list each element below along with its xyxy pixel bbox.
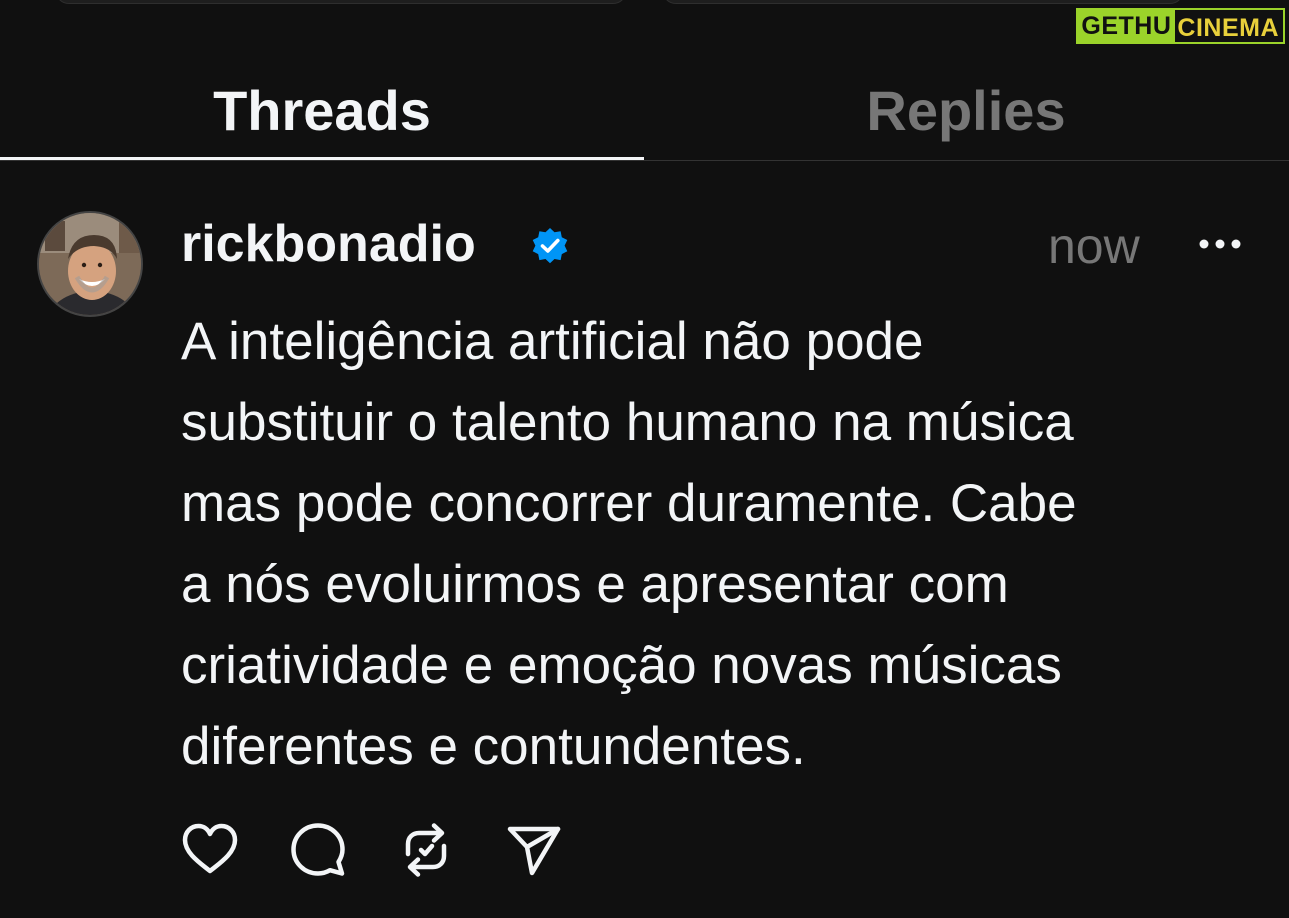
repost-icon[interactable] xyxy=(396,820,456,880)
post-actions xyxy=(180,820,612,882)
heart-icon[interactable] xyxy=(180,820,240,880)
more-options-icon[interactable] xyxy=(1196,222,1244,266)
post-body-text: A inteligência artificial não pode subst… xyxy=(181,312,1077,776)
top-button-left[interactable] xyxy=(55,0,627,4)
watermark-logo: GETHU CINEMA xyxy=(1076,8,1285,44)
watermark-part2: CINEMA xyxy=(1175,8,1285,44)
verified-badge-icon xyxy=(532,228,568,264)
send-icon[interactable] xyxy=(504,820,564,880)
watermark-part1: GETHU xyxy=(1076,8,1176,44)
top-button-right[interactable] xyxy=(662,0,1184,4)
post-username[interactable]: rickbonadio xyxy=(181,212,476,276)
post-timestamp: now xyxy=(1048,218,1140,274)
tabs-divider xyxy=(0,160,1289,161)
tab-replies[interactable]: Replies xyxy=(644,60,1288,160)
avatar[interactable] xyxy=(37,211,143,317)
tab-threads[interactable]: Threads xyxy=(0,60,644,160)
avatar-image xyxy=(39,213,141,315)
comment-icon[interactable] xyxy=(288,820,348,880)
profile-tabs: Threads Replies xyxy=(0,60,1289,162)
